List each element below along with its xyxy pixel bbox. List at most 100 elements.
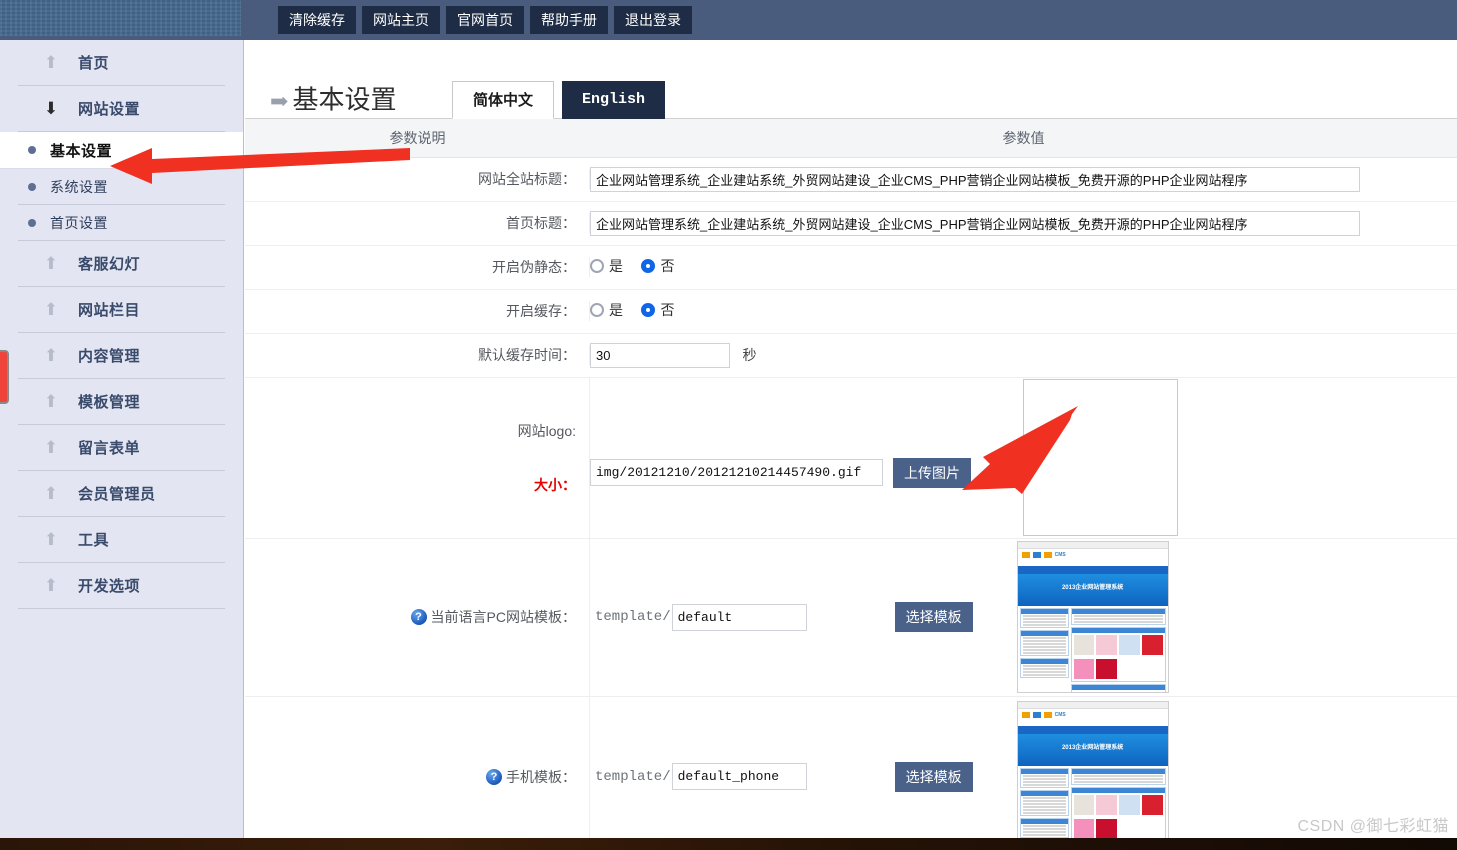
cache-time-unit: 秒 <box>742 346 757 363</box>
cache-time-label-cell: 默认缓存时间： <box>245 333 590 378</box>
phone-select-template-button[interactable]: 选择模板 <box>894 761 973 792</box>
phone-template-label: 手机模板： <box>506 768 576 785</box>
pc-template-input[interactable] <box>671 603 807 631</box>
radio-icon[interactable] <box>641 259 656 273</box>
enable-cache-yes-option[interactable]: 是 <box>590 300 623 320</box>
thumb-logo: CMS <box>1017 549 1168 566</box>
radio-label: 是 <box>609 258 623 274</box>
arrow-up-icon: ⬆ <box>43 484 59 503</box>
site-logo-label-cell: 网站logo: 大小： <box>245 377 590 539</box>
help-manual-button[interactable]: 帮助手册 <box>530 6 608 34</box>
main-content: ➡ 基本设置 简体中文 English 参数说明 参数值 网站全站标题： 企业网… <box>245 40 1457 850</box>
sidebar-item-home[interactable]: ⬆ 首页 <box>18 40 225 86</box>
sidebar-item-tools[interactable]: ⬆ 工具 <box>18 517 225 563</box>
logo-preview-box <box>1023 379 1178 536</box>
sidebar-item-member-admin[interactable]: ⬆ 会员管理员 <box>18 471 225 517</box>
table-row: ? 当前语言PC网站模板： template/ 选择模板 <box>245 538 1457 697</box>
thumb-banner-text: 2013企业网站管理系统 <box>1061 744 1124 751</box>
phone-template-prefix: template/ <box>595 768 671 785</box>
thumb-logo-text: CMS <box>1054 711 1066 718</box>
sidebar-item-label: 开发选项 <box>78 578 141 595</box>
top-header-bar: 清除缓存 网站主页 官网首页 帮助手册 退出登录 <box>0 0 1457 40</box>
arrow-up-icon: ⬆ <box>43 254 59 273</box>
pseudo-static-no-option[interactable]: 否 <box>641 256 674 276</box>
pseudo-static-yes-option[interactable]: 是 <box>590 256 623 276</box>
radio-icon[interactable] <box>590 303 604 317</box>
sidebar-item-message-forms[interactable]: ⬆ 留言表单 <box>18 425 225 471</box>
pseudo-static-value-cell: 是 否 <box>590 245 1457 290</box>
enable-cache-label: 开启缓存： <box>245 301 590 321</box>
pc-template-thumbnail[interactable]: CMS 2013企业网站管理系统 <box>1016 541 1169 693</box>
page-title: ➡ 基本设置 <box>270 80 396 117</box>
home-title-input[interactable] <box>590 210 1360 236</box>
sidebar-item-home-settings[interactable]: 首页设置 <box>18 205 225 241</box>
sidebar-item-label: 首页设置 <box>50 214 108 231</box>
upload-image-button[interactable]: 上传图片 <box>893 457 971 488</box>
enable-cache-no-option[interactable]: 否 <box>641 300 674 320</box>
page-title-text: 基本设置 <box>292 85 397 115</box>
sidebar-item-label: 模板管理 <box>78 394 141 411</box>
pc-select-template-button[interactable]: 选择模板 <box>894 602 973 632</box>
arrow-up-icon: ⬆ <box>43 576 59 595</box>
pc-template-prefix: template/ <box>595 609 671 625</box>
cache-time-input[interactable] <box>590 342 730 368</box>
radio-icon[interactable] <box>590 259 604 273</box>
sidebar-item-label: 客服幻灯 <box>78 256 141 273</box>
pseudo-static-label-cell: 开启伪静态： <box>245 245 590 290</box>
official-home-button[interactable]: 官网首页 <box>446 6 524 34</box>
table-row: ? 手机模板： template/ 选择模板 <box>245 696 1457 850</box>
sidebar-item-label: 内容管理 <box>78 348 141 365</box>
thumb-nav <box>1017 725 1168 734</box>
radio-label: 否 <box>660 302 675 318</box>
sidebar-navigation: ⬆ 首页 ⬇ 网站设置 基本设置 系统设置 首页设置 ⬆ 客服幻灯 ⬆ 网站栏目 <box>0 40 244 850</box>
question-icon[interactable]: ? <box>410 609 427 625</box>
column-header-value: 参数值 <box>590 119 1457 158</box>
home-title-label: 首页标题： <box>245 213 590 233</box>
phone-template-input[interactable] <box>671 763 807 790</box>
thumb-banner-text: 2013企业网站管理系统 <box>1061 585 1124 591</box>
arrow-up-icon: ⬆ <box>43 438 59 457</box>
clear-cache-button[interactable]: 清除缓存 <box>278 6 356 34</box>
arrow-up-icon: ⬆ <box>43 530 59 549</box>
sidebar-item-site-columns[interactable]: ⬆ 网站栏目 <box>18 287 225 333</box>
table-row: 首页标题： <box>245 201 1457 246</box>
radio-label: 是 <box>609 302 623 318</box>
sidebar-item-dev-options[interactable]: ⬆ 开发选项 <box>18 563 225 609</box>
sidebar-item-system-settings[interactable]: 系统设置 <box>18 169 225 205</box>
home-title-value-cell <box>590 201 1457 246</box>
radio-icon[interactable] <box>641 303 656 317</box>
sidebar-item-template-management[interactable]: ⬆ 模板管理 <box>18 379 225 425</box>
sidebar-item-site-settings[interactable]: ⬇ 网站设置 <box>18 86 225 132</box>
question-icon[interactable]: ? <box>486 768 502 785</box>
enable-cache-value-cell: 是 否 <box>590 289 1457 334</box>
sidebar-item-service-slides[interactable]: ⬆ 客服幻灯 <box>18 241 225 287</box>
thumb-logo-text: CMS <box>1054 552 1066 558</box>
bullet-icon <box>28 182 36 191</box>
arrow-up-icon: ⬆ <box>43 392 59 411</box>
phone-template-thumbnail[interactable]: CMS 2013企业网站管理系统 <box>1016 700 1169 850</box>
site-home-button[interactable]: 网站主页 <box>362 6 440 34</box>
logout-button[interactable]: 退出登录 <box>614 6 692 34</box>
thumb-logo: CMS <box>1017 708 1168 726</box>
sidebar-item-content-management[interactable]: ⬆ 内容管理 <box>18 333 225 379</box>
side-collapse-handle[interactable] <box>0 350 9 404</box>
tab-english[interactable]: English <box>562 81 666 119</box>
site-logo-value-cell: 上传图片 <box>590 377 1457 539</box>
thumb-banner: 2013企业网站管理系统 <box>1017 733 1168 766</box>
sidebar-item-label: 网站设置 <box>78 101 141 118</box>
home-title-label-cell: 首页标题： <box>245 201 590 246</box>
sidebar-item-label: 留言表单 <box>78 440 141 457</box>
bottom-edge-strip <box>0 838 1457 850</box>
tab-simplified-chinese[interactable]: 简体中文 <box>452 81 555 119</box>
site-logo-size-label: 大小： <box>534 476 576 493</box>
sidebar-item-basic-settings[interactable]: 基本设置 <box>0 132 243 169</box>
admin-page: 清除缓存 网站主页 官网首页 帮助手册 退出登录 ⬆ 首页 ⬇ 网站设置 基本设… <box>0 0 1457 850</box>
brand-logo-block <box>0 0 241 36</box>
column-header-description: 参数说明 <box>245 119 590 158</box>
site-title-input[interactable] <box>590 166 1360 192</box>
site-logo-path-input[interactable] <box>590 459 883 486</box>
arrow-right-icon: ➡ <box>270 88 289 114</box>
pc-template-label: 当前语言PC网站模板： <box>430 609 576 625</box>
thumb-right-col <box>1070 608 1166 692</box>
sidebar-item-label: 首页 <box>78 55 110 72</box>
